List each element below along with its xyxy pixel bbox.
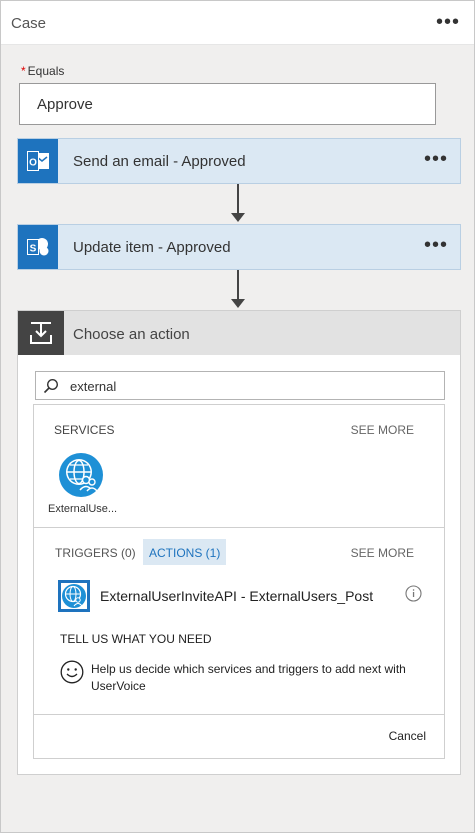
search-box — [35, 371, 445, 400]
action-result-label: ExternalUserInviteAPI - ExternalUsers_Po… — [100, 588, 374, 604]
sharepoint-icon: S — [18, 225, 58, 269]
smiley-icon[interactable] — [60, 660, 84, 689]
case-card: Case ••• *Equals O Send an email - Appro… — [0, 0, 475, 833]
uservoice-link-text[interactable]: Help us decide which services and trigge… — [91, 661, 431, 695]
update-item-more-button[interactable]: ••• — [424, 234, 448, 257]
equals-label-text: Equals — [27, 64, 65, 78]
required-marker: * — [21, 64, 26, 78]
download-tray-icon — [18, 311, 64, 355]
service-name: ExternalUse... — [48, 503, 118, 515]
update-item-label: Update item - Approved — [73, 239, 231, 256]
service-tile-external-users[interactable]: ExternalUse... — [46, 449, 126, 521]
search-input[interactable] — [70, 376, 430, 396]
svg-text:O: O — [29, 158, 37, 169]
outlook-icon: O — [18, 139, 58, 183]
case-header: Case ••• — [1, 1, 474, 45]
search-icon — [43, 378, 59, 399]
send-email-label: Send an email - Approved — [73, 153, 246, 170]
case-title: Case — [11, 15, 47, 32]
update-item-action-card[interactable]: S Update item - Approved ••• — [17, 224, 461, 270]
send-email-more-button[interactable]: ••• — [424, 148, 448, 171]
globe-users-icon — [58, 452, 104, 503]
case-more-button[interactable]: ••• — [436, 11, 460, 34]
services-header: SERVICES — [54, 423, 115, 437]
services-see-more-link[interactable]: SEE MORE — [351, 423, 414, 437]
equals-field[interactable] — [19, 83, 436, 125]
choose-action-header: Choose an action — [18, 311, 460, 355]
actions-see-more-link[interactable]: SEE MORE — [351, 546, 414, 560]
send-email-action-card[interactable]: O Send an email - Approved ••• — [17, 138, 461, 184]
info-icon[interactable] — [405, 585, 422, 607]
cancel-button[interactable]: Cancel — [389, 729, 426, 743]
tell-us-header: TELL US WHAT YOU NEED — [60, 632, 212, 646]
tab-actions[interactable]: ACTIONS (1) — [143, 539, 227, 565]
flow-arrow-2 — [231, 270, 245, 310]
action-result-item[interactable]: ExternalUserInviteAPI - ExternalUsers_Po… — [58, 580, 428, 612]
equals-label: * Equals — [21, 64, 64, 78]
section-divider — [34, 527, 444, 528]
choose-action-title: Choose an action — [73, 326, 190, 343]
svg-text:S: S — [30, 244, 37, 255]
tab-triggers[interactable]: TRIGGERS (0) — [49, 539, 142, 565]
results-panel: SERVICES SEE MORE ExternalUse... TRIGGER… — [33, 404, 445, 759]
choose-action-card: Choose an action SERVICES SEE MORE — [17, 310, 461, 775]
footer-divider — [34, 714, 444, 715]
globe-users-icon — [58, 580, 90, 612]
flow-arrow-1 — [231, 184, 245, 224]
